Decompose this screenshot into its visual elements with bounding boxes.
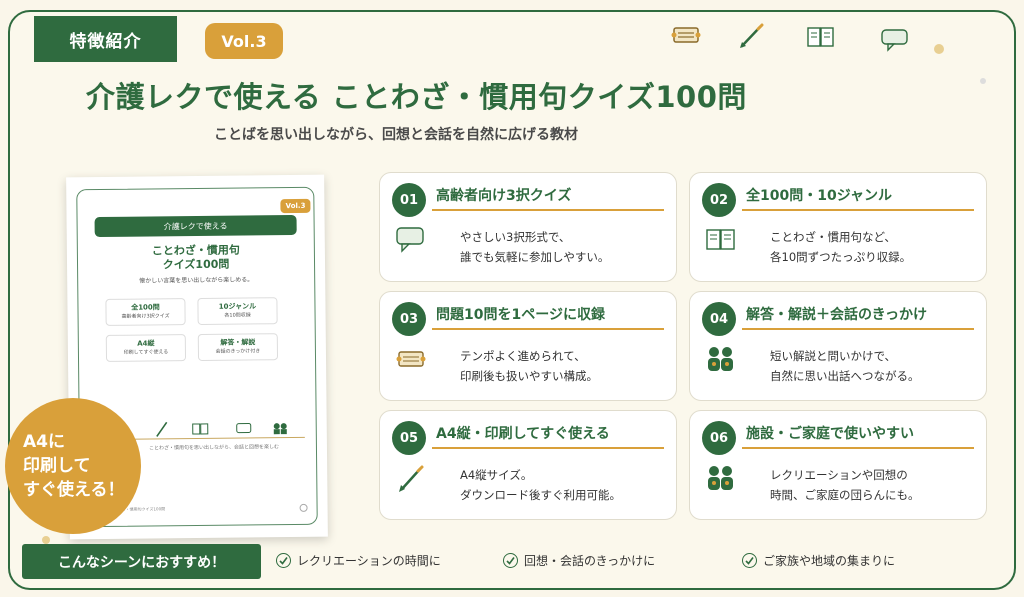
ticket-icon (671, 27, 701, 43)
card-text-line2: 時間、ご家庭の団らんにも。 (770, 488, 920, 502)
recommend-item: 回想・会話のきっかけに (503, 552, 655, 569)
card-title: A4縦・印刷してすぐ使える (436, 426, 610, 442)
feature-card: 01 高齢者向け3択クイズ やさしい3択形式で、誰でも気軽に参加しやすい。 (379, 172, 677, 282)
doc-box-sub: 印刷してすぐ使える (123, 349, 169, 356)
page-subtitle: ことばを思い出しながら、回想と会話を自然に広げる教材 (214, 127, 578, 143)
card-text: 短い解説と問いかけで、自然に思い出話へつながる。 (770, 346, 920, 386)
doc-box-main: A4縦 (137, 339, 155, 348)
feature-card: 06 施設・ご家庭で使いやすい レクリエーションや回想の 時間、ご家庭の団らんにも… (689, 410, 987, 520)
doc-title-line2: クイズ100問 (162, 257, 230, 272)
card-text-line2: 自然に思い出話へつながる。 (770, 369, 920, 383)
recommend-item-label: レクリエーションの時間に (297, 554, 441, 568)
badge-line2: 印刷して (23, 456, 91, 476)
top-icons (670, 22, 960, 62)
card-underline (432, 328, 664, 330)
recommend-item: レクリエーションの時間に (276, 552, 441, 569)
card-number: 05 (392, 421, 426, 455)
book-icon (192, 423, 209, 435)
card-underline (742, 209, 974, 211)
card-text-line2: 誰でも気軽に参加しやすい。 (460, 250, 610, 264)
a4-badge: A4に 印刷して すぐ使える！ (5, 398, 141, 534)
card-number: 01 (392, 183, 426, 217)
feature-card: 03 問題10問を1ページに収録 テンポよく進められて、 印刷後も扱いやすい構成。 (379, 291, 677, 401)
pencil-icon (399, 465, 424, 492)
doc-box: 解答・解説 会話のきっかけ付き (197, 333, 279, 361)
card-text-line2: ダウンロード後すぐ利用可能。 (460, 488, 621, 502)
card-underline (432, 447, 664, 449)
decor-dot (934, 44, 944, 54)
doc-box: 10ジャンル 各10問収録 (197, 297, 278, 325)
speech-bubble-icon (396, 227, 424, 253)
card-text-line1: レクリエーションや回想の (770, 468, 908, 482)
pencil-icon (156, 421, 168, 437)
card-text: A4縦サイズ。ダウンロード後すぐ利用可能。 (460, 465, 621, 505)
check-icon (742, 553, 757, 568)
check-icon (276, 553, 291, 568)
card-underline (742, 328, 974, 330)
decor-dot (42, 536, 50, 544)
doc-box-main: 10ジャンル (218, 302, 257, 311)
card-title: 施設・ご家庭で使いやすい (746, 426, 914, 442)
card-number: 02 (702, 183, 736, 217)
card-title: 全100問・10ジャンル (746, 188, 893, 204)
card-text-line1: 短い解説と問いかけで、 (770, 349, 897, 363)
card-underline (432, 209, 664, 211)
ticket-icon (396, 351, 426, 367)
check-icon (503, 553, 518, 568)
speech-bubble-icon (236, 422, 252, 434)
speech-bubble-icon (881, 29, 908, 52)
card-title: 解答・解説＋会話のきっかけ (746, 307, 928, 323)
page-title: 介護レクで使える ことわざ・慣用句クイズ100問 (86, 80, 747, 114)
card-number: 06 (702, 421, 736, 455)
card-text: レクリエーションや回想の 時間、ご家庭の団らんにも。 (770, 465, 920, 505)
vol-badge: Vol.3 (205, 23, 283, 59)
doc-title: ことわざ・慣用句 クイズ100問 (67, 243, 325, 274)
badge-line1: A4に (23, 432, 65, 452)
doc-box-sub: 各10問収録 (224, 312, 251, 319)
doc-box-sub: 高齢者向け3択クイズ (121, 313, 170, 320)
card-title: 問題10問を1ページに収録 (436, 307, 605, 323)
card-text: テンポよく進められて、 印刷後も扱いやすい構成。 (460, 346, 598, 386)
people-icon (708, 466, 733, 490)
doc-box: A4縦 印刷してすぐ使える (105, 334, 187, 362)
card-text-line1: A4縦サイズ。 (460, 468, 533, 482)
book-icon (706, 229, 735, 250)
doc-page-number (299, 503, 308, 512)
people-icon (273, 423, 287, 435)
pencil-icon (740, 23, 764, 48)
card-number: 03 (392, 302, 426, 336)
card-title: 高齢者向け3択クイズ (436, 188, 572, 204)
recommend-item: ご家族や地域の集まりに (742, 552, 895, 569)
doc-box-main: 解答・解説 (220, 338, 256, 347)
doc-vol-badge: Vol.3 (280, 198, 311, 214)
decor-dot (980, 78, 986, 84)
doc-box-main: 全100問 (131, 303, 160, 312)
doc-box: 全100問 高齢者向け3択クイズ (105, 298, 186, 326)
card-text-line1: やさしい3択形式で、 (460, 230, 571, 244)
feature-card: 04 解答・解説＋会話のきっかけ 短い解説と問いかけで、自然に思い出話へつながる… (689, 291, 987, 401)
recommend-label: こんなシーンにおすすめ！ (22, 544, 261, 579)
card-text: ことわざ・慣用句など、各10問ずつたっぷり収録。 (770, 227, 911, 267)
card-text: やさしい3択形式で、誰でも気軽に参加しやすい。 (460, 227, 609, 267)
card-text-line1: ことわざ・慣用句など、 (770, 230, 896, 244)
doc-header-bar: 介護レクで使える (94, 214, 297, 238)
card-text-line1: テンポよく進められて、 (460, 349, 586, 363)
card-number: 04 (702, 302, 736, 336)
card-underline (742, 447, 974, 449)
feature-card: 02 全100問・10ジャンル ことわざ・慣用句など、各10問ずつたっぷり収録。 (689, 172, 987, 282)
feature-tag: 特徴紹介 (34, 16, 177, 62)
badge-line3: すぐ使える！ (23, 480, 125, 500)
recommend-item-label: 回想・会話のきっかけに (524, 554, 656, 568)
card-text-line2: 各10問ずつたっぷり収録。 (770, 250, 912, 264)
feature-card: 05 A4縦・印刷してすぐ使える A4縦サイズ。ダウンロード後すぐ利用可能。 (379, 410, 677, 520)
recommend-item-label: ご家族や地域の集まりに (763, 554, 896, 568)
card-text-line2: 印刷後も扱いやすい構成。 (460, 369, 598, 383)
doc-box-sub: 会話のきっかけ付き (215, 348, 261, 355)
people-icon (708, 347, 733, 371)
book-icon (807, 27, 834, 47)
doc-footer-text: ことわざ・慣用句を思い出しながら、会話と回想を楽しむ (148, 444, 279, 452)
